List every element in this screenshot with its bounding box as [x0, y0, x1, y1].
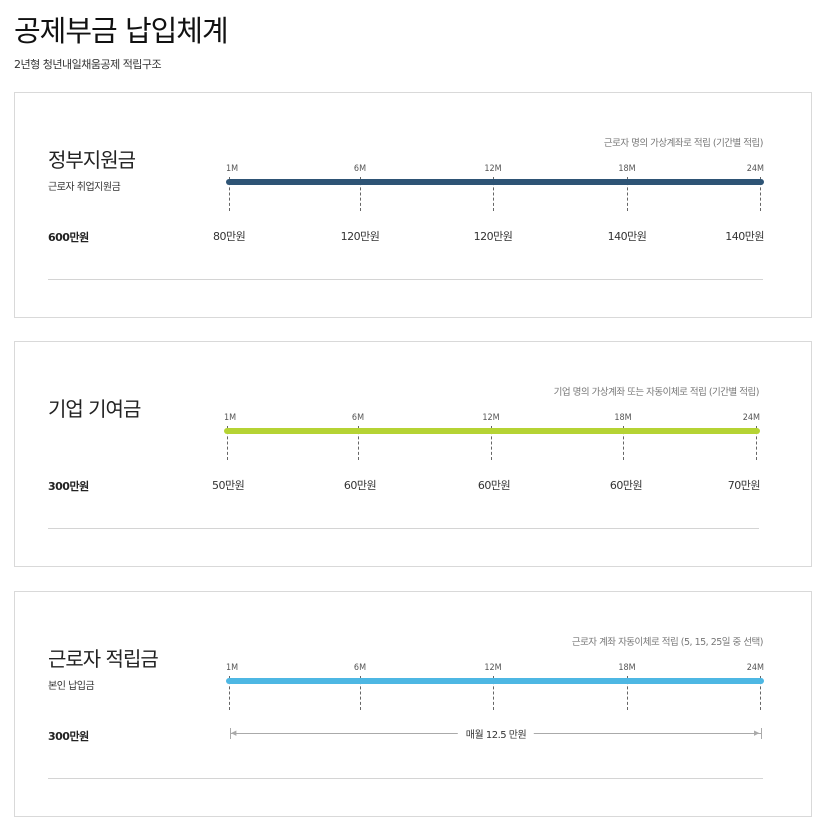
timeline-bar	[224, 428, 760, 434]
tick-label-18m: 18M	[618, 164, 636, 174]
section-note: 근로자 명의 가상계좌로 적립 (기간별 적립)	[603, 138, 764, 149]
range-wrap: 매월 12.5 만원	[230, 592, 762, 752]
page-title: 공제부금 납입체계	[14, 14, 229, 48]
tick-label-24m: 24M	[742, 413, 760, 423]
divider	[48, 528, 759, 529]
section-total: 300만원	[48, 480, 89, 493]
section-government-support: 정부지원금 근로자 취업지원금 600만원 근로자 명의 가상계좌로 적립 (기…	[14, 92, 812, 318]
section-title: 정부지원금	[48, 148, 136, 172]
section-subtitle: 근로자 취업지원금	[48, 182, 121, 193]
tick-label-6m: 6M	[353, 164, 367, 174]
section-title: 근로자 적립금	[48, 647, 159, 671]
divider	[48, 778, 763, 779]
tick-label-1m: 1M	[224, 413, 237, 423]
tick-label-24m: 24M	[746, 164, 764, 174]
divider	[48, 279, 763, 280]
section-company-contribution: 기업 기여금 300만원 기업 명의 가상계좌 또는 자동이체로 적립 (기간별…	[14, 341, 812, 567]
range-label: 매월 12.5 만원	[457, 726, 535, 741]
section-total: 600만원	[48, 231, 89, 244]
page-subtitle: 2년형 청년내일채움공제 적립구조	[14, 58, 162, 71]
tick-label-18m: 18M	[614, 413, 632, 423]
section-title: 기업 기여금	[48, 397, 141, 421]
tick-label-6m: 6M	[351, 413, 365, 423]
section-worker-savings: 근로자 적립금 본인 납입금 300만원 근로자 계좌 자동이체로 적립 (5,…	[14, 591, 812, 817]
section-total: 300만원	[48, 730, 89, 743]
section-subtitle: 본인 납입금	[48, 681, 95, 692]
amount-5: 70만원	[727, 479, 761, 492]
amount-4: 140만원	[607, 230, 647, 243]
section-note: 기업 명의 가상계좌 또는 자동이체로 적립 (기간별 적립)	[553, 387, 760, 398]
amount-3: 60만원	[477, 479, 511, 492]
amount-1: 80만원	[213, 230, 246, 243]
timeline-bar	[226, 179, 764, 185]
amount-5: 140만원	[725, 230, 764, 243]
amount-4: 60만원	[609, 479, 643, 492]
amount-2: 120만원	[340, 230, 380, 243]
tick-label-12m: 12M	[482, 413, 500, 423]
tick-label-1m: 1M	[226, 164, 239, 174]
tick-label-12m: 12M	[484, 164, 502, 174]
amount-3: 120만원	[473, 230, 513, 243]
amount-2: 60만원	[343, 479, 377, 492]
amount-1: 50만원	[212, 479, 245, 492]
